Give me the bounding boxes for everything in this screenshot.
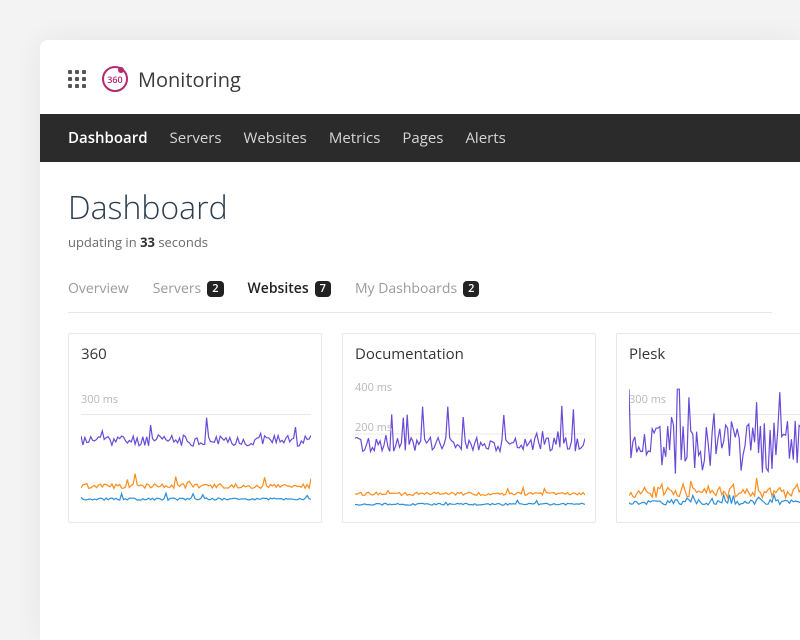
app-window: 360 Monitoring Dashboard Servers Website…: [40, 40, 800, 640]
sparkline-chart: [355, 382, 585, 512]
y-axis-label: 300 ms: [629, 392, 666, 407]
sub-tabs: Overview Servers 2 Websites 7 My Dashboa…: [68, 279, 772, 312]
brand-mark-icon: 360: [100, 64, 130, 94]
topbar: 360 Monitoring: [40, 64, 800, 114]
brand-name: Monitoring: [138, 66, 241, 93]
nav-websites[interactable]: Websites: [244, 128, 307, 148]
count-badge: 2: [463, 281, 479, 297]
y-axis-label: 300 ms: [81, 392, 118, 407]
chart-title: Plesk: [629, 344, 800, 364]
svg-text:360: 360: [107, 73, 122, 86]
chart-card-documentation[interactable]: Documentation 400 ms 200 ms: [342, 333, 596, 523]
tab-label: Servers: [153, 279, 202, 298]
chart-title: 360: [81, 344, 309, 364]
nav-metrics[interactable]: Metrics: [329, 128, 381, 148]
y-axis-label: 200 ms: [355, 420, 392, 435]
tab-label: Overview: [68, 279, 129, 298]
tab-label: My Dashboards: [355, 279, 457, 298]
page-title: Dashboard: [68, 186, 772, 229]
y-axis-label: 400 ms: [355, 380, 392, 395]
nav-alerts[interactable]: Alerts: [465, 128, 505, 148]
brand-logo[interactable]: 360 Monitoring: [100, 64, 241, 94]
chart-title: Documentation: [355, 344, 583, 364]
main-nav: Dashboard Servers Websites Metrics Pages…: [40, 114, 800, 162]
nav-dashboard[interactable]: Dashboard: [68, 128, 148, 148]
chart-row: 360 300 ms Documentation 400 ms 200 ms P…: [40, 313, 800, 523]
apps-grid-icon[interactable]: [68, 70, 86, 88]
count-badge: 2: [207, 281, 223, 297]
tab-my-dashboards[interactable]: My Dashboards 2: [355, 279, 479, 298]
tab-overview[interactable]: Overview: [68, 279, 129, 298]
chart-card-plesk[interactable]: Plesk 300 ms: [616, 333, 800, 523]
countdown-seconds: 33: [140, 233, 155, 251]
count-badge: 7: [315, 281, 331, 297]
page-header: Dashboard updating in 33 seconds Overvie…: [40, 162, 800, 312]
page-subtitle: updating in 33 seconds: [68, 233, 772, 251]
tab-websites[interactable]: Websites 7: [248, 279, 331, 298]
tab-label: Websites: [248, 279, 309, 298]
nav-servers[interactable]: Servers: [170, 128, 222, 148]
tab-servers[interactable]: Servers 2: [153, 279, 224, 298]
chart-card-360[interactable]: 360 300 ms: [68, 333, 322, 523]
nav-pages[interactable]: Pages: [402, 128, 443, 148]
